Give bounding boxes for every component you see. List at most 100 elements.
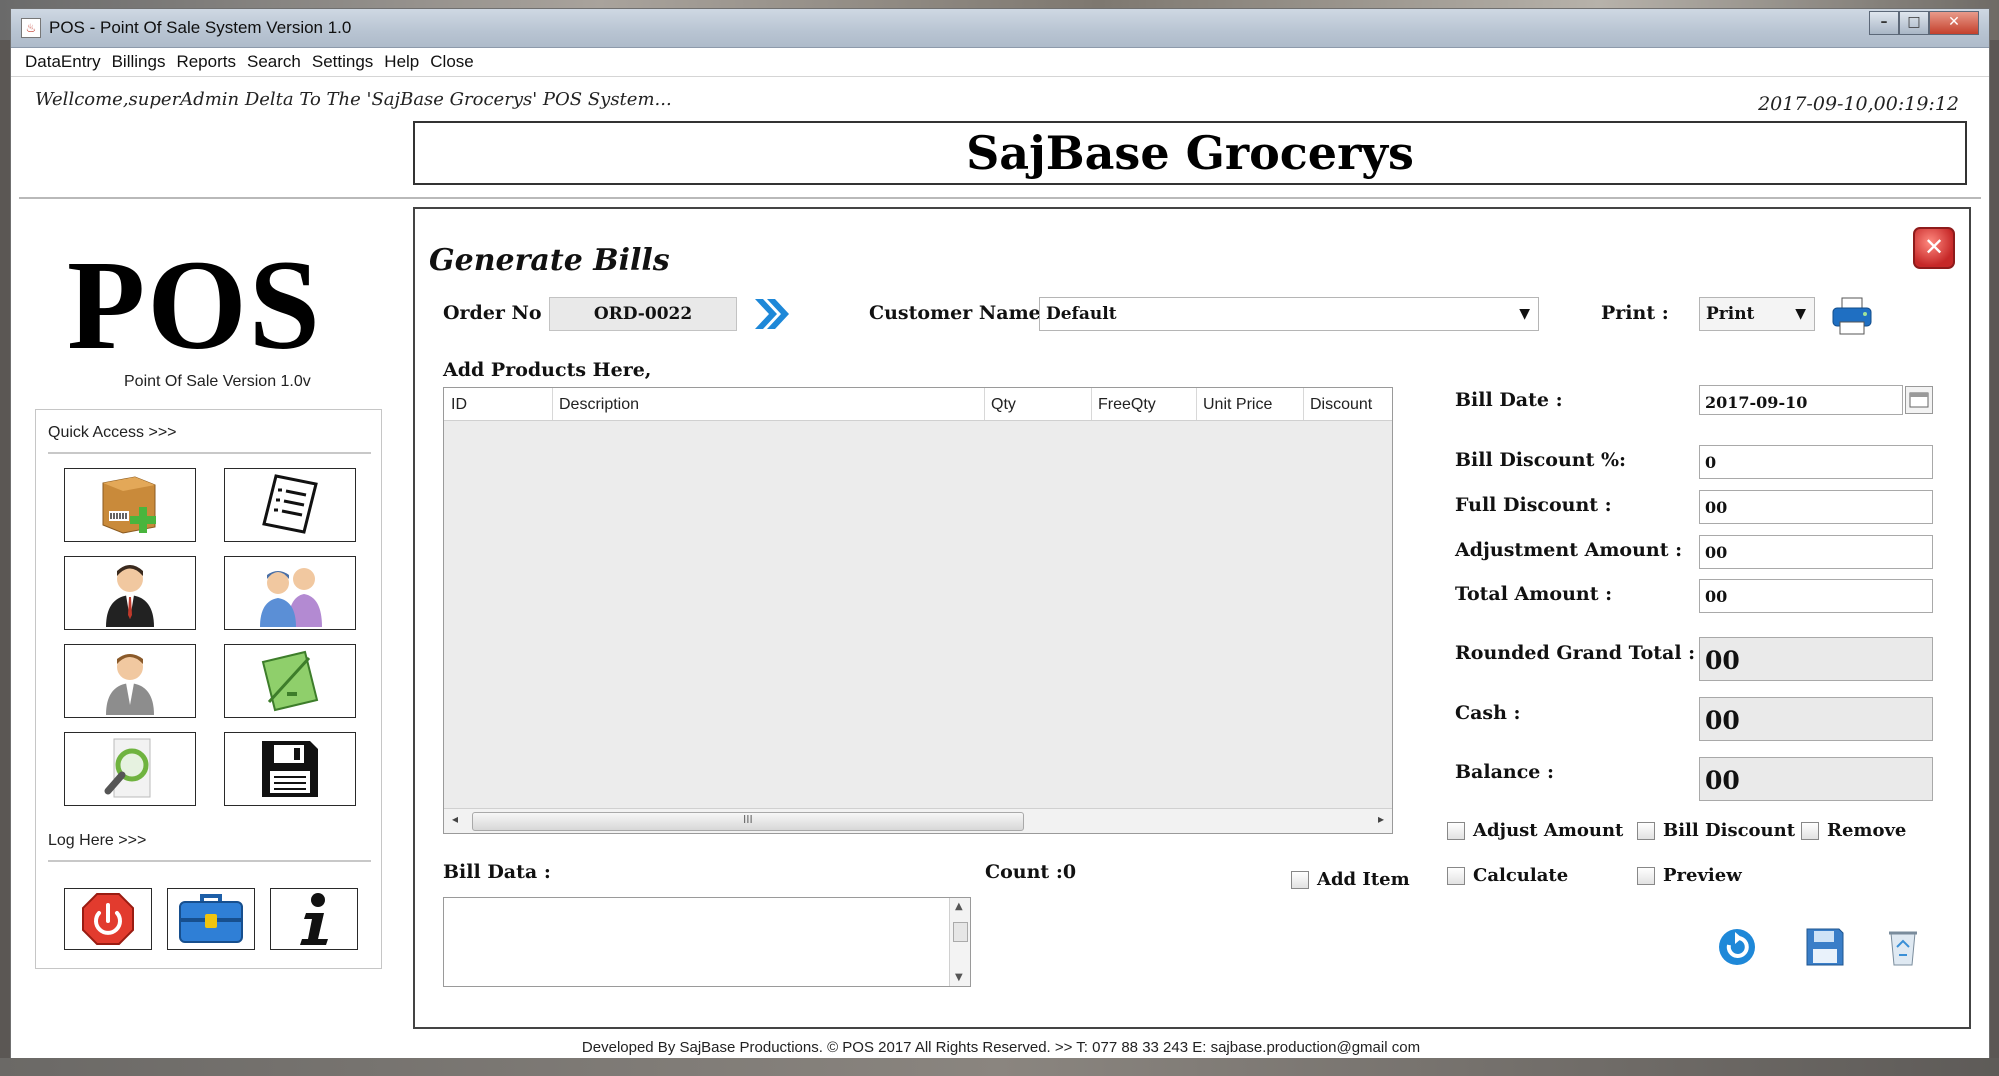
notes-icon — [261, 650, 319, 712]
footer-credits: Developed By SajBase Productions. © POS … — [581, 1039, 1421, 1056]
bill-date-field[interactable]: 2017-09-10 — [1699, 385, 1903, 415]
notes-button[interactable] — [224, 644, 356, 718]
customer-select[interactable]: Default ▼ — [1039, 297, 1539, 331]
col-divider — [552, 388, 553, 420]
bill-discount-field[interactable]: 0 — [1699, 445, 1933, 479]
user-button[interactable] — [64, 556, 196, 630]
rounded-grand-total-field: 00 — [1699, 637, 1933, 681]
add-item-checkbox[interactable]: Add Item — [1291, 869, 1410, 890]
lock-briefcase-icon — [179, 894, 243, 943]
info-button[interactable] — [270, 888, 358, 950]
cash-field[interactable]: 00 — [1699, 697, 1933, 741]
menu-reports[interactable]: Reports — [176, 52, 236, 72]
bill-data-label: Bill Data : — [443, 861, 551, 883]
checkbox-box — [1447, 866, 1465, 885]
col-divider — [984, 388, 985, 420]
bill-discount-label: Bill Discount %: — [1455, 449, 1627, 471]
table-hscrollbar[interactable]: ◂ III ▸ — [444, 808, 1392, 833]
save-data-button[interactable] — [224, 732, 356, 806]
scroll-left-icon[interactable]: ◂ — [452, 812, 458, 826]
print-select[interactable]: Print ▼ — [1699, 297, 1815, 331]
vscroll-thumb[interactable] — [953, 922, 968, 942]
hscroll-thumb[interactable]: III — [472, 812, 1024, 831]
title-bar: ♨ POS - Point Of Sale System Version 1.0… — [11, 9, 1989, 48]
current-datetime: 2017-09-10,00:19:12 — [1758, 93, 1959, 115]
header-divider — [19, 197, 1981, 199]
quick-access-divider — [48, 452, 371, 454]
col-qty[interactable]: Qty — [991, 396, 1016, 414]
col-freeqty[interactable]: FreeQty — [1098, 396, 1156, 414]
save-icon — [262, 741, 318, 797]
next-arrow-icon[interactable] — [751, 295, 791, 333]
preview-checkbox[interactable]: Preview — [1637, 865, 1742, 886]
col-divider — [1196, 388, 1197, 420]
window-controls: – □ ✕ — [1869, 11, 1979, 35]
menu-search[interactable]: Search — [247, 52, 301, 72]
full-discount-field[interactable]: 00 — [1699, 490, 1933, 524]
menu-billings[interactable]: Billings — [112, 52, 166, 72]
scroll-down-icon[interactable]: ▼ — [955, 972, 963, 983]
order-no-field: ORD-0022 — [549, 297, 737, 331]
adjust-amount-checkbox[interactable]: Adjust Amount — [1447, 820, 1623, 841]
total-amount-label: Total Amount : — [1455, 583, 1613, 605]
search-button[interactable] — [64, 732, 196, 806]
refresh-icon[interactable] — [1715, 925, 1759, 969]
recycle-bin-icon[interactable] — [1881, 925, 1925, 969]
bill-data-vscrollbar[interactable]: ▲ ▼ — [949, 898, 970, 986]
products-table[interactable]: ID Description Qty FreeQty Unit Price Di… — [443, 387, 1393, 834]
menu-close[interactable]: Close — [430, 52, 473, 72]
calculate-checkbox[interactable]: Calculate — [1447, 865, 1568, 886]
bill-data-textarea[interactable]: ▲ ▼ — [443, 897, 971, 987]
menu-dataentry[interactable]: DataEntry — [25, 52, 101, 72]
col-discount[interactable]: Discount — [1310, 396, 1372, 414]
bill-list-button[interactable] — [224, 468, 356, 542]
scroll-right-icon[interactable]: ▸ — [1378, 812, 1384, 826]
desktop-bottom — [0, 1058, 1999, 1076]
pos-logo: POS — [67, 234, 322, 376]
login-button[interactable] — [167, 888, 255, 950]
close-window-button[interactable]: ✕ — [1929, 11, 1979, 35]
cash-label: Cash : — [1455, 702, 1521, 724]
save-bill-icon[interactable] — [1803, 925, 1847, 969]
remove-label: Remove — [1827, 820, 1907, 841]
bill-discount-checkbox[interactable]: Bill Discount — [1637, 820, 1795, 841]
bill-list-icon — [262, 474, 318, 534]
menu-settings[interactable]: Settings — [312, 52, 373, 72]
adjustment-amount-field[interactable]: 00 — [1699, 535, 1933, 569]
employee-button[interactable] — [64, 644, 196, 718]
balance-label: Balance : — [1455, 761, 1554, 783]
pos-version: Point Of Sale Version 1.0v — [124, 373, 311, 390]
store-name: SajBase Grocerys — [966, 126, 1414, 180]
calendar-icon — [1909, 392, 1929, 408]
col-id[interactable]: ID — [451, 396, 467, 414]
calendar-button[interactable] — [1905, 386, 1933, 414]
total-amount-field[interactable]: 00 — [1699, 579, 1933, 613]
power-button[interactable] — [64, 888, 152, 950]
app-window: ♨ POS - Point Of Sale System Version 1.0… — [10, 8, 1990, 1076]
log-divider — [48, 860, 371, 862]
adjust-amount-label: Adjust Amount — [1473, 820, 1624, 841]
add-product-button[interactable] — [64, 468, 196, 542]
maximize-button[interactable]: □ — [1899, 11, 1929, 35]
count-label: Count :0 — [985, 861, 1077, 883]
printer-icon[interactable] — [1830, 294, 1874, 338]
rounded-grand-total-label: Rounded Grand Total : — [1455, 642, 1696, 664]
menu-help[interactable]: Help — [384, 52, 419, 72]
col-divider — [1091, 388, 1092, 420]
checkbox-box — [1447, 821, 1465, 840]
add-item-label: Add Item — [1317, 869, 1410, 890]
col-description[interactable]: Description — [559, 396, 639, 414]
app-icon: ♨ — [21, 18, 41, 38]
preview-label: Preview — [1663, 865, 1742, 886]
search-icon — [104, 738, 151, 798]
remove-checkbox[interactable]: Remove — [1801, 820, 1906, 841]
adjustment-amount-label: Adjustment Amount : — [1455, 539, 1683, 561]
col-unit-price[interactable]: Unit Price — [1203, 396, 1272, 414]
quick-access-label: Quick Access >>> — [48, 424, 177, 441]
customer-name-label: Customer Name : — [869, 302, 1055, 324]
customers-button[interactable] — [224, 556, 356, 630]
scroll-up-icon[interactable]: ▲ — [955, 901, 963, 912]
minimize-button[interactable]: – — [1869, 11, 1899, 35]
close-panel-button[interactable]: ✕ — [1913, 227, 1955, 269]
add-products-label: Add Products Here, — [443, 359, 652, 381]
